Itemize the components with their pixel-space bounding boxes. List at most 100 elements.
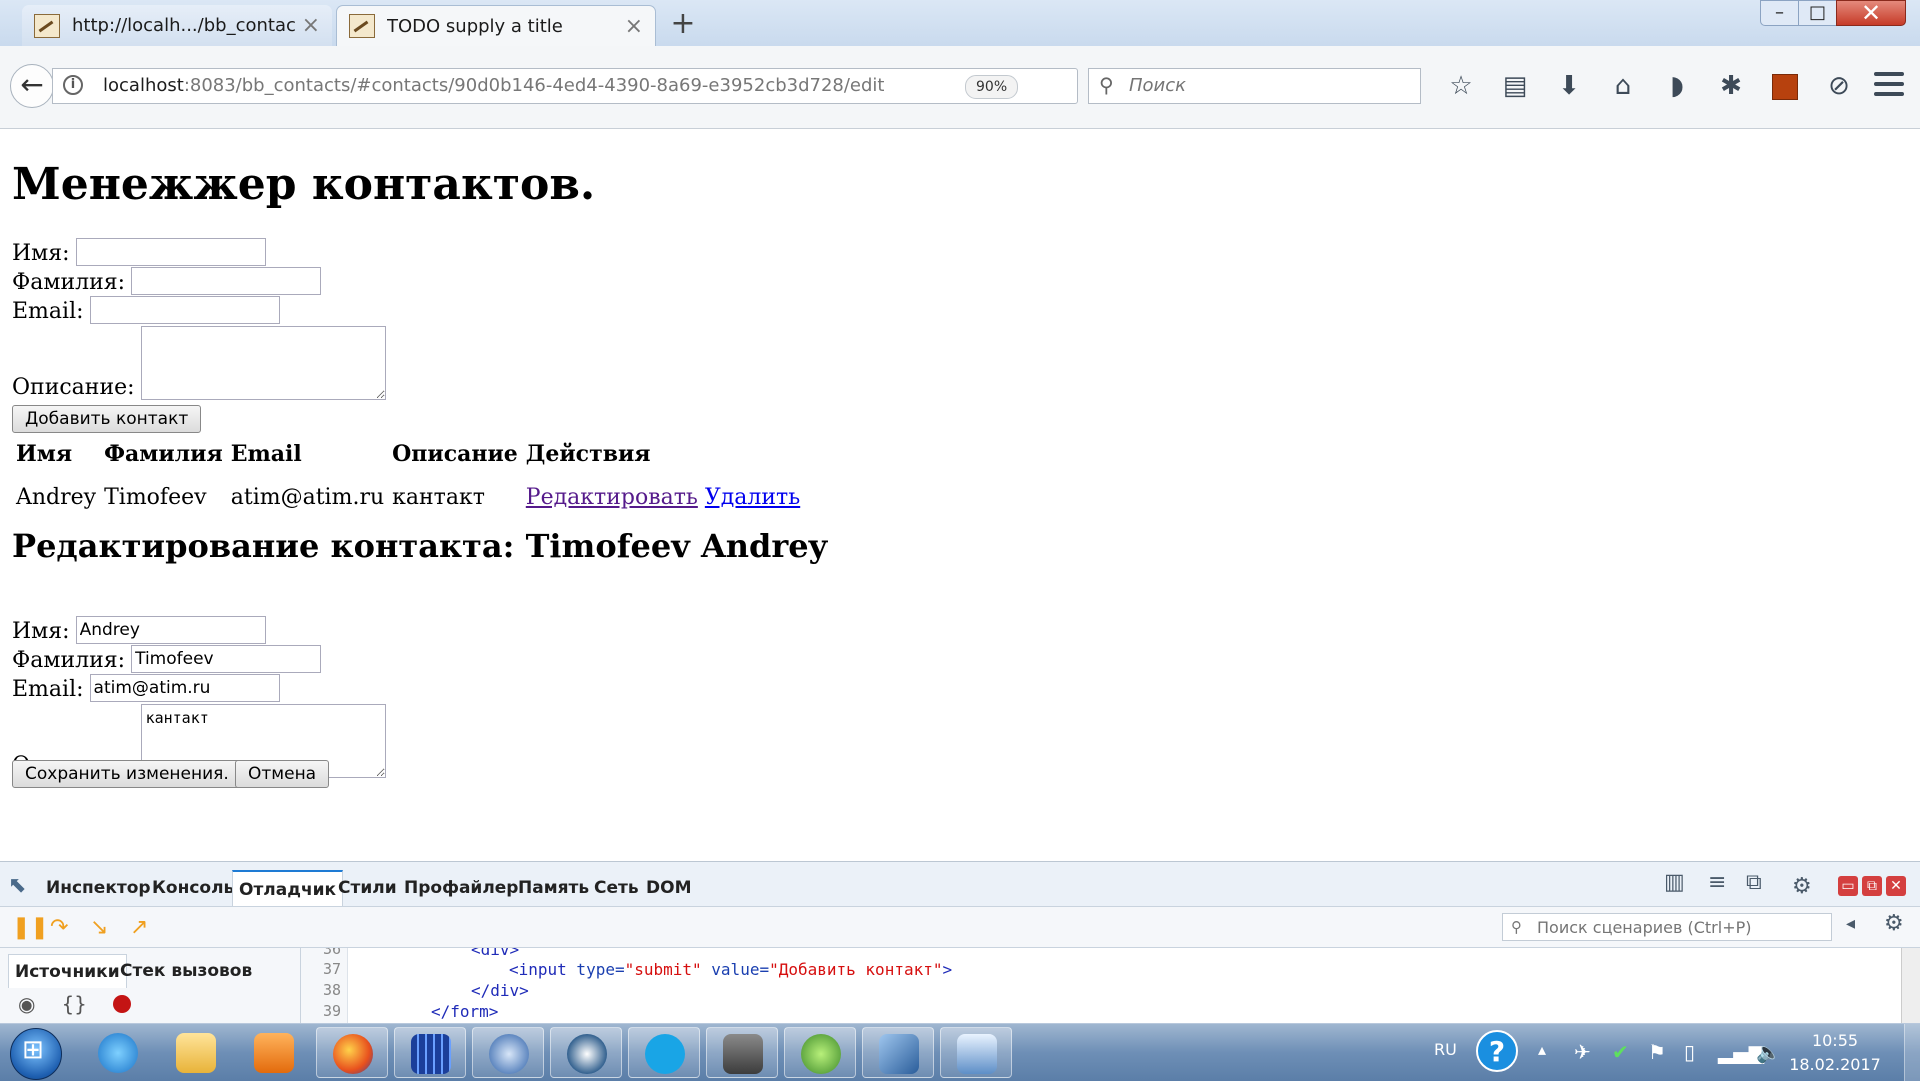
devtools-panel: ⬉ Инспектор Консоль Отладчик Стили Профа… <box>0 861 1920 1024</box>
search-bar[interactable]: ⚲ <box>1088 68 1421 104</box>
search-input[interactable] <box>1127 74 1411 97</box>
taskbar-app-virtualbox[interactable] <box>862 1027 934 1078</box>
taskbar-app-file-manager[interactable] <box>394 1027 466 1078</box>
last-name-input[interactable] <box>131 267 322 295</box>
bug-icon[interactable]: ✱ <box>1704 68 1758 108</box>
table-header-row: Имя Фамилия Email Описание Действия <box>12 437 804 471</box>
sync-icon[interactable]: ⊘ <box>1812 68 1866 108</box>
devtools-tab-network[interactable]: Сеть <box>588 870 645 906</box>
devtools-close-icon[interactable]: ✕ <box>1886 876 1906 896</box>
devtools-tab-console[interactable]: Консоль <box>146 870 240 906</box>
show-desktop-button[interactable] <box>1904 1024 1920 1081</box>
taskbar-app-thunderbird[interactable] <box>472 1027 544 1078</box>
tray-battery-icon[interactable]: ▯ <box>1684 1040 1695 1064</box>
devtools-tab-styles[interactable]: Стили <box>332 870 403 906</box>
devtools-tab-memory[interactable]: Память <box>512 870 595 906</box>
code-scrollbar[interactable] <box>1901 948 1920 1024</box>
element-picker-icon[interactable]: ⬉ <box>8 873 26 898</box>
taskbar-app-notepad[interactable] <box>940 1027 1012 1078</box>
pretty-print-icon[interactable]: {} <box>61 992 86 1016</box>
devtools-settings-icon[interactable]: ⚙ <box>1792 874 1812 899</box>
taskbar-app-internet-explorer[interactable] <box>82 1027 154 1078</box>
taskbar-app-media-player[interactable] <box>238 1027 310 1078</box>
window-close-button[interactable]: ✕ <box>1836 0 1906 26</box>
save-changes-button[interactable]: Сохранить изменения. <box>12 760 242 788</box>
tray-security-icon[interactable]: ✔ <box>1612 1040 1629 1064</box>
taskbar-app-firefox[interactable] <box>316 1027 388 1078</box>
taskbar-app-postgresql[interactable] <box>550 1027 622 1078</box>
language-indicator[interactable]: RU <box>1434 1040 1457 1059</box>
call-stack-tab[interactable]: Стек вызовов <box>114 954 258 988</box>
pocket-icon[interactable]: ◗ <box>1650 68 1704 108</box>
zoom-indicator[interactable]: 90% <box>965 75 1019 99</box>
add-contact-button[interactable]: Добавить контакт <box>12 405 202 433</box>
sources-tab[interactable]: Источники <box>8 954 127 988</box>
browser-tab-contacts[interactable]: http://localh.../bb_contacts/ × <box>22 5 332 46</box>
code-attr: type= <box>566 960 625 979</box>
tray-usb-icon[interactable]: ✈ <box>1574 1040 1591 1064</box>
cancel-button[interactable]: Отмена <box>235 760 330 788</box>
sources-sidebar: Источники Стек вызовов ◉ {} <box>0 948 301 1024</box>
start-button[interactable] <box>10 1028 62 1080</box>
back-button[interactable]: ← <box>10 64 54 108</box>
clock[interactable]: 10:55 18.02.2017 <box>1780 1029 1890 1077</box>
download-icon[interactable]: ⬇ <box>1542 68 1596 108</box>
tray-volume-icon[interactable]: 🔈 <box>1756 1040 1781 1064</box>
first-name-input[interactable] <box>75 238 266 266</box>
url-text[interactable]: localhost:8083/bb_contacts/#contacts/90d… <box>103 75 885 96</box>
step-over-icon[interactable]: ↷ <box>50 915 68 940</box>
menu-icon[interactable] <box>1874 72 1904 102</box>
new-tab-button[interactable]: + <box>668 6 698 42</box>
bookmark-star-icon[interactable]: ☆ <box>1434 68 1488 108</box>
taskbar-app-skype[interactable] <box>628 1027 700 1078</box>
address-bar[interactable]: i localhost:8083/bb_contacts/#contacts/9… <box>52 68 1111 104</box>
tab-close-icon[interactable]: × <box>625 14 643 39</box>
email-input[interactable] <box>89 296 280 324</box>
devtools-tab-debugger[interactable]: Отладчик <box>232 870 344 906</box>
code-string: "submit" <box>624 960 702 979</box>
devtools-dock-icon[interactable]: ▭ <box>1838 876 1858 896</box>
pause-icon[interactable]: ❚❚ <box>12 915 49 940</box>
reading-list-icon[interactable]: ▤ <box>1488 68 1542 108</box>
tray-flag-icon[interactable]: ⚑ <box>1648 1040 1666 1064</box>
toggle-pane-icon[interactable]: ◂ <box>1846 913 1855 934</box>
edit-first-name-input[interactable] <box>75 616 266 644</box>
browser-tab-todo[interactable]: TODO supply a title × <box>336 5 656 46</box>
layout-toggle-icon[interactable]: ▥ <box>1664 870 1685 895</box>
column-header-first-name: Имя <box>16 441 73 467</box>
step-out-icon[interactable]: ↗ <box>130 915 148 940</box>
description-textarea[interactable] <box>140 326 386 400</box>
taskbar-app-network[interactable] <box>784 1027 856 1078</box>
delete-link[interactable]: Удалить <box>705 485 800 510</box>
split-console-icon[interactable]: ≡ <box>1708 870 1726 895</box>
extension-icon[interactable] <box>1758 68 1812 108</box>
cell-actions: Редактировать Удалить <box>522 471 804 514</box>
site-info-icon[interactable]: i <box>63 75 83 95</box>
window-minimize-button[interactable]: – <box>1760 0 1798 26</box>
script-search[interactable]: ⚲ <box>1502 913 1832 941</box>
home-icon[interactable]: ⌂ <box>1596 68 1650 108</box>
script-search-input[interactable] <box>1535 917 1829 938</box>
devtools-tab-dom[interactable]: DOM <box>640 870 697 906</box>
responsive-mode-icon[interactable]: ⧉ <box>1746 870 1762 895</box>
record-icon[interactable] <box>112 995 131 1013</box>
eye-icon[interactable]: ◉ <box>18 992 35 1016</box>
help-icon[interactable]: ? <box>1476 1030 1518 1072</box>
tray-expand-icon[interactable]: ▴ <box>1538 1040 1546 1059</box>
edit-email-input[interactable] <box>89 674 280 702</box>
tab-close-icon[interactable]: × <box>302 13 320 38</box>
devtools-tab-inspector[interactable]: Инспектор <box>40 870 157 906</box>
devtools-tab-profiler[interactable]: Профайлер <box>398 870 524 906</box>
devtools-undock-icon[interactable]: ⧉ <box>1862 876 1882 896</box>
debugger-settings-icon[interactable]: ⚙ <box>1884 911 1904 936</box>
url-path: :8083/bb_contacts/#contacts/90d0b146-4ed… <box>183 75 885 96</box>
window-maximize-button[interactable]: □ <box>1798 0 1836 26</box>
code-editor[interactable]: 36 37 38 39 <div> <input type="submit" v… <box>301 948 1901 1024</box>
edit-link[interactable]: Редактировать <box>526 485 698 510</box>
edit-last-name-input[interactable] <box>131 645 322 673</box>
taskbar-app-file-explorer[interactable] <box>160 1027 232 1078</box>
taskbar: RU ? ▴ ✈ ✔ ⚑ ▯ ▂▄▆ 🔈 10:55 18.02.2017 <box>0 1023 1920 1081</box>
taskbar-app-vpn[interactable] <box>706 1027 778 1078</box>
step-in-icon[interactable]: ↘ <box>90 915 108 940</box>
code-line: </div> <box>471 981 529 1000</box>
